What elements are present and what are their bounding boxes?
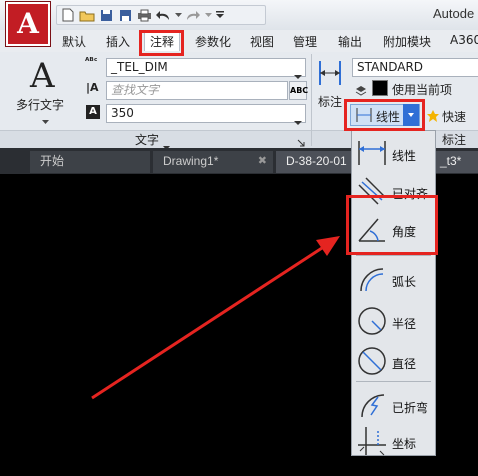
annotation-arrow xyxy=(91,236,340,400)
